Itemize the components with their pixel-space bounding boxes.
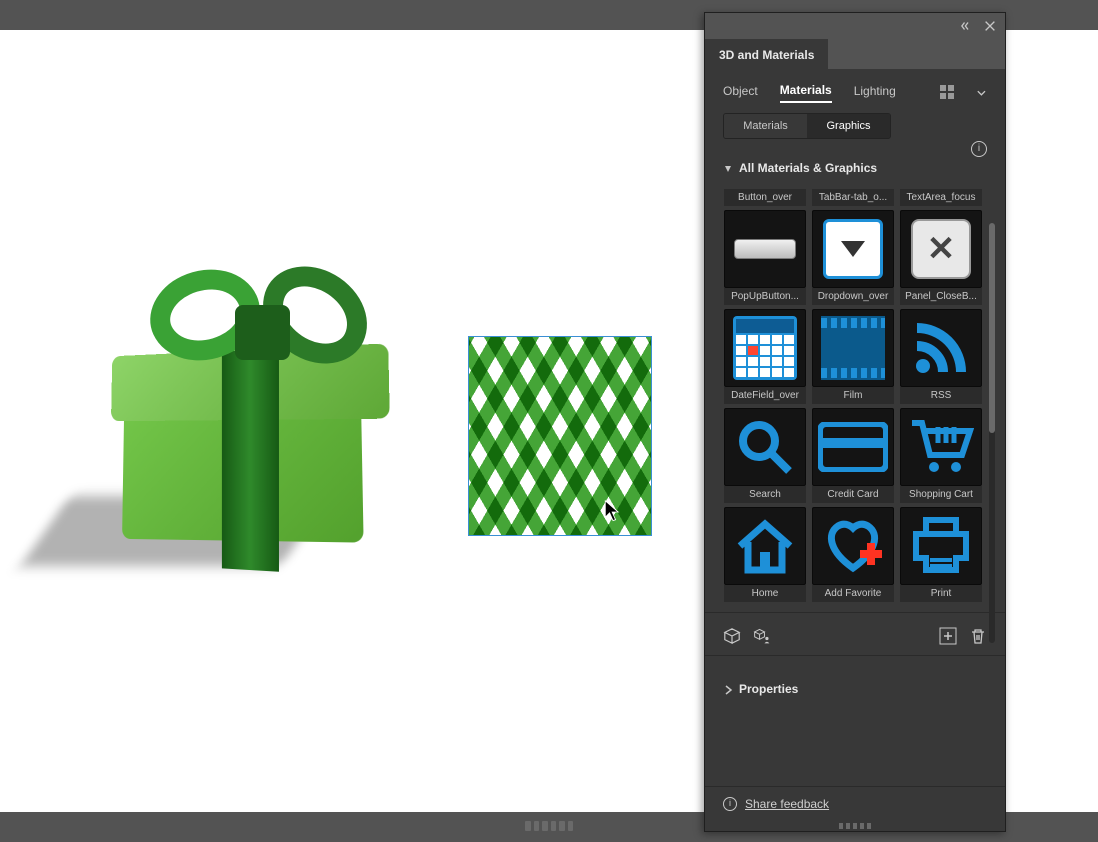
graphic-item[interactable]: Dropdown_over <box>811 210 895 305</box>
cube-user-icon[interactable] <box>753 627 771 645</box>
graphic-item[interactable]: Film <box>811 309 895 404</box>
graphic-label: Search <box>724 486 806 503</box>
subtab-materials[interactable]: Materials <box>780 83 832 103</box>
graphic-item[interactable]: Add Favorite <box>811 507 895 602</box>
chevron-down-icon[interactable] <box>976 87 987 99</box>
graphic-label: Print <box>900 585 982 602</box>
graphic-item[interactable]: RSS <box>899 309 983 404</box>
section-all-materials[interactable]: All Materials & Graphics <box>705 149 1005 183</box>
panel-tab-row: 3D and Materials <box>705 39 1005 69</box>
graphic-label: DateField_over <box>724 387 806 404</box>
graphic-item[interactable]: Shopping Cart <box>899 408 983 503</box>
graphic-item[interactable]: PopUpButton... <box>723 210 807 305</box>
graphic-thumb <box>900 408 982 486</box>
panel-tab-3d-materials[interactable]: 3D and Materials <box>705 39 828 69</box>
graphic-item[interactable]: Home <box>723 507 807 602</box>
graphic-thumb <box>724 507 806 585</box>
graphic-label: Shopping Cart <box>900 486 982 503</box>
graphic-thumb <box>812 408 894 486</box>
share-feedback-link[interactable]: i Share feedback <box>705 786 1005 821</box>
graphic-thumb: ✕ <box>900 210 982 288</box>
segment-materials[interactable]: Materials <box>724 114 807 138</box>
subtab-lighting[interactable]: Lighting <box>854 84 896 102</box>
info-icon[interactable]: i <box>971 141 987 157</box>
graphic-thumb <box>724 408 806 486</box>
graphic-item[interactable]: Print <box>899 507 983 602</box>
graphic-thumb <box>812 507 894 585</box>
graphic-item[interactable]: Credit Card <box>811 408 895 503</box>
graphic-item[interactable]: TabBar-tab_o... <box>811 189 895 206</box>
add-icon[interactable] <box>939 627 957 645</box>
share-feedback-label: Share feedback <box>745 797 829 811</box>
panel-titlebar <box>705 13 1005 39</box>
segment-control: Materials Graphics <box>723 113 891 139</box>
graphic-label: RSS <box>900 387 982 404</box>
graphic-thumb <box>812 210 894 288</box>
info-icon: i <box>723 797 737 811</box>
subtab-object[interactable]: Object <box>723 84 758 102</box>
materials-panel: 3D and Materials Object Materials Lighti… <box>704 12 1006 832</box>
panel-tool-row <box>705 612 1005 655</box>
collapse-icon[interactable] <box>961 19 975 33</box>
graphic-label: TabBar-tab_o... <box>812 189 894 206</box>
cube-icon[interactable] <box>723 627 741 645</box>
graphic-item[interactable]: Search <box>723 408 807 503</box>
gift-box-object[interactable] <box>60 250 400 560</box>
graphic-label: Button_over <box>724 189 806 206</box>
graphics-grid: Button_over TabBar-tab_o... TextArea_focus… <box>723 189 995 602</box>
grid-scrollbar[interactable] <box>989 223 995 643</box>
graphic-item[interactable]: ✕Panel_CloseB... <box>899 210 983 305</box>
resize-gripper[interactable] <box>525 821 573 831</box>
graphic-label: Panel_CloseB... <box>900 288 982 305</box>
graphic-thumb <box>724 309 806 387</box>
graphic-item[interactable]: DateField_over <box>723 309 807 404</box>
graphic-label: Credit Card <box>812 486 894 503</box>
graphic-label: TextArea_focus <box>900 189 982 206</box>
graphic-label: Film <box>812 387 894 404</box>
segment-graphics[interactable]: Graphics <box>807 114 890 138</box>
graphic-item[interactable]: TextArea_focus <box>899 189 983 206</box>
trash-icon[interactable] <box>969 627 987 645</box>
close-icon[interactable] <box>983 19 997 33</box>
graphic-label: Add Favorite <box>812 585 894 602</box>
graphic-thumb <box>812 309 894 387</box>
graphic-thumb <box>724 210 806 288</box>
panel-resize-gripper[interactable] <box>705 821 1005 831</box>
graphic-label: PopUpButton... <box>724 288 806 305</box>
graphic-label: Home <box>724 585 806 602</box>
graphic-thumb <box>900 309 982 387</box>
graphic-label: Dropdown_over <box>812 288 894 305</box>
section-title: All Materials & Graphics <box>739 161 877 175</box>
chevron-down-icon <box>723 163 733 173</box>
pattern-selection[interactable] <box>468 336 652 536</box>
view-mode-icon[interactable] <box>940 85 954 101</box>
properties-title: Properties <box>739 682 798 696</box>
graphic-thumb <box>900 507 982 585</box>
scrollbar-handle[interactable] <box>989 223 995 433</box>
chevron-right-icon <box>723 684 733 694</box>
section-properties[interactable]: Properties <box>705 655 1005 722</box>
panel-subtabs: Object Materials Lighting <box>705 69 1005 113</box>
graphic-item[interactable]: Button_over <box>723 189 807 206</box>
